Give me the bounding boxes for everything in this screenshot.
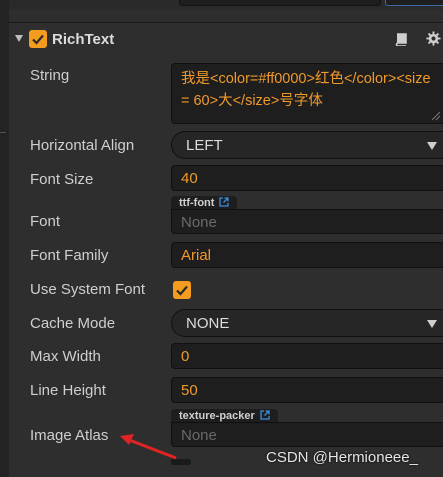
use-system-font-label: Use System Font <box>30 281 146 298</box>
red-arrow-icon <box>120 434 177 460</box>
max-width-label: Max Width <box>30 348 101 365</box>
font-size-input[interactable]: 40 <box>171 165 443 191</box>
external-link-icon[interactable] <box>260 410 270 420</box>
line-height-input[interactable]: 50 <box>171 377 443 403</box>
font-family-value: Arial <box>181 247 212 264</box>
font-asset-field[interactable]: None <box>171 209 443 234</box>
font-family-label: Font Family <box>30 247 109 264</box>
string-textarea[interactable]: 我是<color=#ff0000>红色</color><size = 60>大<… <box>171 63 443 124</box>
image-atlas-placeholder: None <box>181 427 217 444</box>
max-width-value: 0 <box>181 348 190 365</box>
font-placeholder: None <box>181 214 217 231</box>
horizontal-align-value: LEFT <box>186 137 223 154</box>
use-system-font-checkbox[interactable] <box>173 281 191 299</box>
ttf-font-tag: ttf-font <box>171 196 238 209</box>
texture-packer-tag-text: texture-packer <box>179 410 255 422</box>
ttf-font-tag-text: ttf-font <box>179 197 215 209</box>
previous-field[interactable] <box>179 0 381 6</box>
checkmark-icon <box>32 34 44 45</box>
dropdown-arrow-icon <box>427 142 437 150</box>
component-title: RichText <box>52 31 115 48</box>
font-family-input[interactable]: Arial <box>171 242 443 268</box>
gear-icon[interactable] <box>426 31 441 46</box>
font-label: Font <box>30 213 61 230</box>
book-icon[interactable] <box>394 32 408 46</box>
image-atlas-label: Image Atlas <box>30 427 109 444</box>
divider <box>9 22 443 23</box>
font-size-value: 40 <box>181 170 198 187</box>
texture-packer-tag: texture-packer <box>171 409 278 422</box>
string-label: String <box>30 67 70 84</box>
max-width-input[interactable]: 0 <box>171 343 443 369</box>
left-panel-edge <box>0 0 9 477</box>
watermark: CSDN @Hermioneee_ <box>266 449 418 466</box>
richtext-component-header: RichText <box>9 26 443 54</box>
checkmark-icon <box>176 285 188 296</box>
horizontal-align-select[interactable]: LEFT <box>171 131 443 159</box>
cache-mode-label: Cache Mode <box>30 315 116 332</box>
line-height-value: 50 <box>181 382 198 399</box>
dropdown-arrow-icon <box>427 320 437 328</box>
horizontal-align-label: Horizontal Align <box>30 137 135 154</box>
external-link-icon[interactable] <box>219 197 230 207</box>
previous-component-fields <box>9 0 443 10</box>
cache-mode-select[interactable]: NONE <box>171 309 443 337</box>
component-enabled-checkbox[interactable] <box>29 30 47 48</box>
line-height-label: Line Height <box>30 382 106 399</box>
string-value[interactable]: 我是<color=#ff0000>红色</color><size = 60>大<… <box>181 68 439 112</box>
previous-button[interactable] <box>385 0 443 6</box>
font-size-label: Font Size <box>30 171 94 188</box>
image-atlas-asset-field[interactable]: None <box>171 422 443 447</box>
cache-mode-value: NONE <box>186 315 230 332</box>
caret-down-icon[interactable] <box>15 35 23 42</box>
resize-grip-icon[interactable] <box>431 111 441 121</box>
